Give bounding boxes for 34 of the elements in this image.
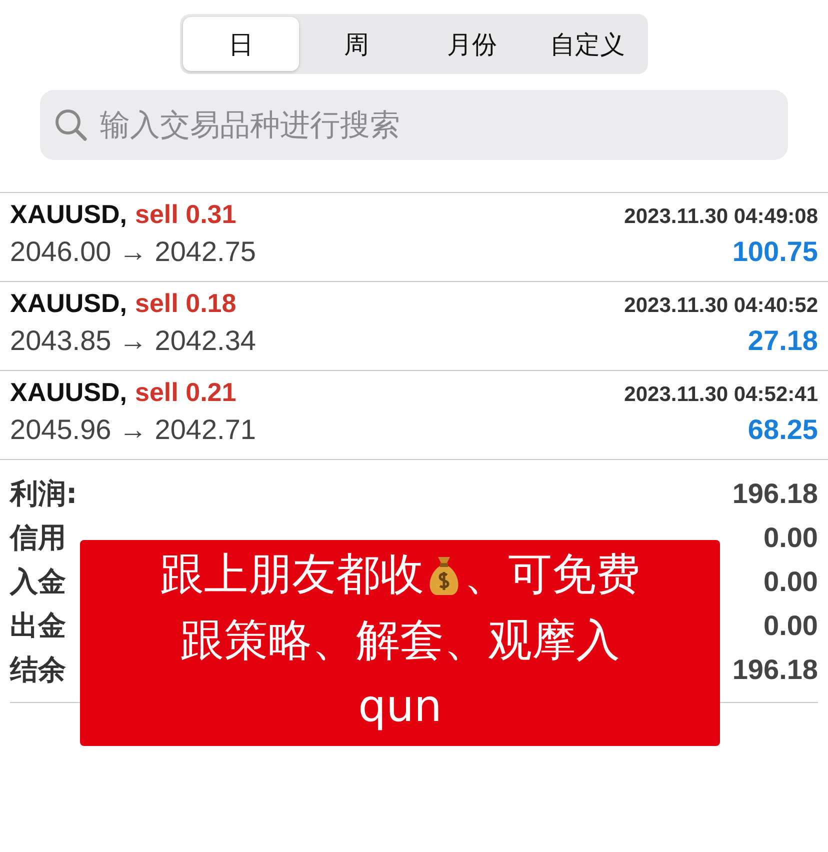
symbol-text: XAUUSD, <box>10 377 128 408</box>
banner-text: 跟策略、解套、观摩入 <box>180 614 620 668</box>
summary-value: 0.00 <box>764 610 818 642</box>
summary-value: 0.00 <box>764 522 818 554</box>
order-text: sell 0.31 <box>135 199 236 230</box>
period-tab[interactable]: 周 <box>298 17 414 71</box>
time-text: 2023.11.30 04:49:08 <box>624 205 818 229</box>
summary-label: 出金 <box>10 608 66 644</box>
summary-value: 196.18 <box>732 654 818 686</box>
summary-value: 0.00 <box>764 566 818 598</box>
summary-label: 结余 <box>10 652 66 688</box>
price-text: 2043.85 → 2042.34 <box>10 325 256 357</box>
price-text: 2045.96 → 2042.71 <box>10 414 256 446</box>
summary-label: 利润: <box>10 476 78 512</box>
banner-text: 、可免费 <box>464 548 640 602</box>
summary-label: 信用 <box>10 520 66 556</box>
symbol-text: XAUUSD, <box>10 199 128 230</box>
price-text: 2046.00 → 2042.75 <box>10 236 256 268</box>
period-tab[interactable]: 日 <box>183 17 298 71</box>
time-text: 2023.11.30 04:40:52 <box>624 294 818 318</box>
summary-value: 196.18 <box>732 478 818 510</box>
banner-text: qun <box>358 680 442 734</box>
profit-text: 68.25 <box>748 414 818 446</box>
summary-label: 入金 <box>10 564 66 600</box>
period-tab[interactable]: 月份 <box>414 17 530 71</box>
profit-text: 100.75 <box>732 236 818 268</box>
search-field[interactable]: 输入交易品种进行搜索 <box>40 90 788 160</box>
banner-text: 跟上朋友都收 <box>160 548 424 602</box>
profit-text: 27.18 <box>748 325 818 357</box>
symbol-text: XAUUSD, <box>10 288 128 319</box>
order-text: sell 0.21 <box>135 377 236 408</box>
period-tab[interactable]: 自定义 <box>530 17 645 71</box>
order-text: sell 0.18 <box>135 288 236 319</box>
time-text: 2023.11.30 04:52:41 <box>624 383 818 407</box>
